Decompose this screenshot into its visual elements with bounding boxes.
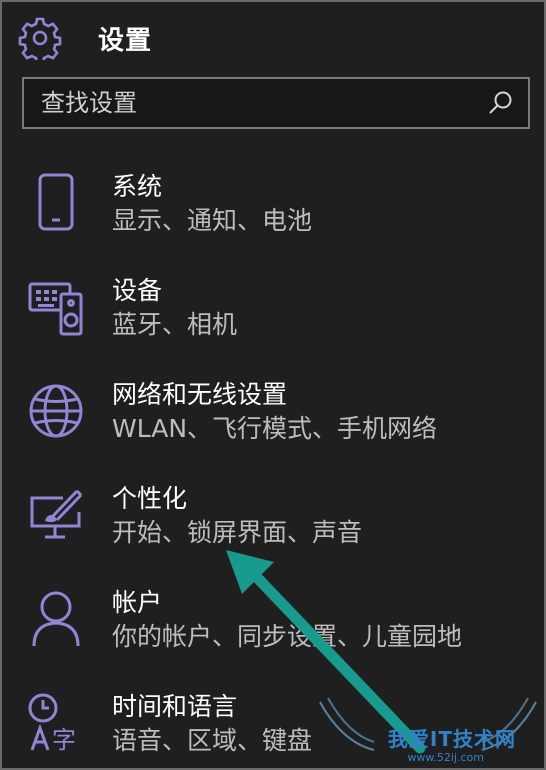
item-subtitle: 显示、通知、电池 (112, 206, 313, 235)
item-text: 设备 蓝牙、相机 (112, 266, 237, 342)
settings-window: 设置 系统 显示、通 (0, 0, 546, 770)
item-text: 个性化 开始、锁屏界面、声音 (112, 474, 362, 550)
settings-item-devices[interactable]: 设备 蓝牙、相机 (2, 266, 544, 370)
settings-list: 系统 显示、通知、电池 设备 蓝牙、相机 网络和无线设置 WLAN、飞行模式、手… (2, 162, 544, 768)
time-language-icon: 字 (26, 692, 86, 754)
search-icon[interactable] (486, 88, 516, 118)
item-text: 网络和无线设置 WLAN、飞行模式、手机网络 (112, 370, 437, 446)
search-box[interactable] (22, 77, 530, 129)
settings-item-personalization[interactable]: 个性化 开始、锁屏界面、声音 (2, 474, 544, 578)
personalization-icon (26, 484, 86, 546)
item-title: 个性化 (112, 484, 188, 513)
header: 设置 (18, 16, 152, 60)
page-title: 设置 (98, 25, 153, 56)
settings-item-network[interactable]: 网络和无线设置 WLAN、飞行模式、手机网络 (2, 370, 544, 474)
phone-icon (26, 172, 86, 234)
devices-icon (26, 276, 86, 338)
item-subtitle: 你的帐户、同步设置、儿童园地 (112, 622, 463, 651)
item-title: 时间和语言 (112, 692, 238, 721)
item-subtitle: 语音、区域、键盘 (112, 726, 313, 755)
item-text: 帐户 你的帐户、同步设置、儿童园地 (112, 578, 462, 654)
item-title: 帐户 (112, 588, 163, 617)
search-input[interactable] (24, 78, 486, 128)
watermark-logo: 我爱IT技术网 (387, 727, 516, 751)
item-subtitle: 蓝牙、相机 (112, 310, 238, 339)
item-text: 时间和语言 语音、区域、键盘 (112, 682, 312, 758)
svg-text:字: 字 (52, 726, 76, 754)
settings-item-accounts[interactable]: 帐户 你的帐户、同步设置、儿童园地 (2, 578, 544, 682)
settings-item-system[interactable]: 系统 显示、通知、电池 (2, 162, 544, 266)
globe-icon (26, 380, 86, 442)
item-text: 系统 显示、通知、电池 (112, 162, 312, 238)
watermark-url: www.52ij.com (407, 751, 484, 764)
gear-icon[interactable] (18, 16, 62, 60)
item-title: 网络和无线设置 (112, 380, 288, 409)
item-subtitle: WLAN、飞行模式、手机网络 (112, 414, 438, 443)
item-title: 系统 (112, 172, 163, 201)
item-title: 设备 (112, 276, 163, 305)
item-subtitle: 开始、锁屏界面、声音 (112, 518, 363, 547)
person-icon (26, 588, 86, 650)
